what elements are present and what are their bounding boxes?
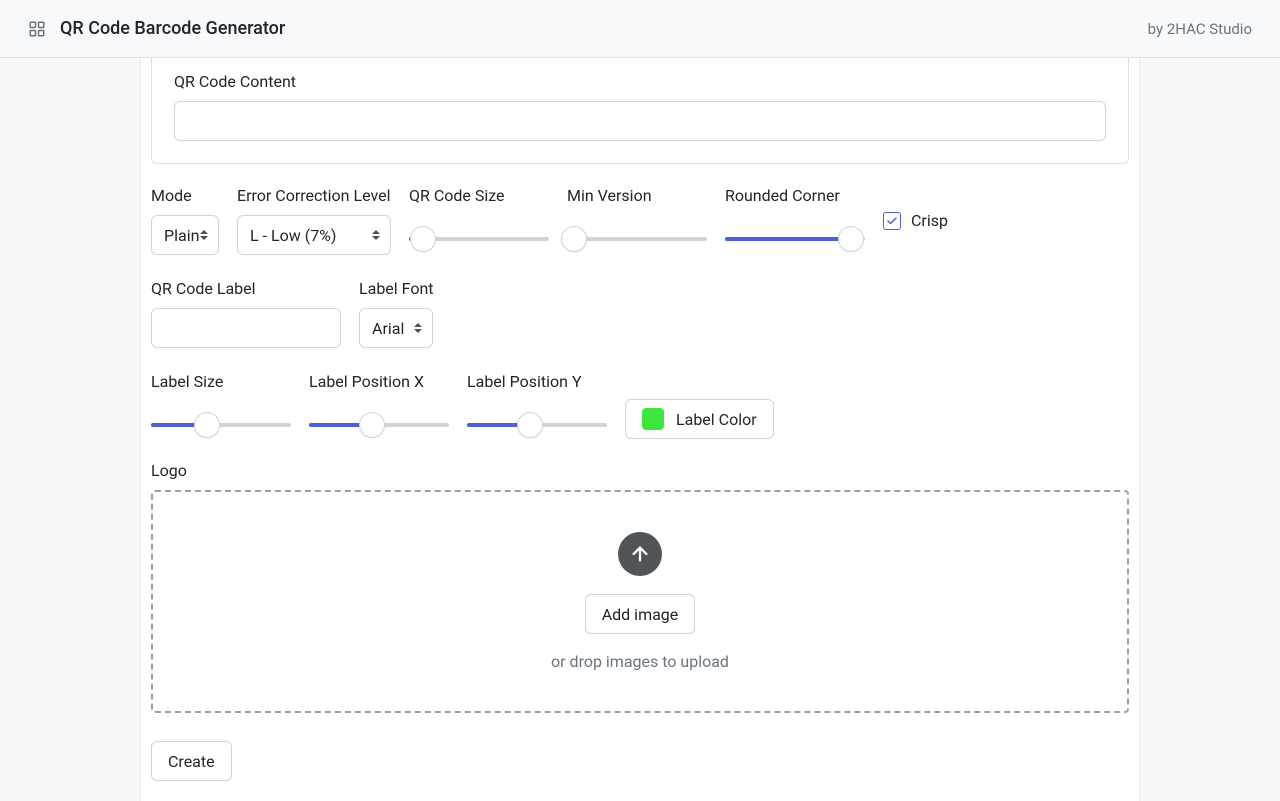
create-button-label: Create [168, 752, 215, 771]
rounded-corner-slider[interactable] [725, 225, 865, 253]
min-version-label: Min Version [567, 186, 707, 205]
crisp-checkbox[interactable] [883, 212, 901, 230]
crisp-label: Crisp [911, 211, 948, 230]
label-size-slider[interactable] [151, 411, 291, 439]
mode-label: Mode [151, 186, 219, 205]
label-font-field: Label Font Arial [359, 279, 434, 348]
select-caret-icon [370, 230, 382, 240]
ecl-label: Error Correction Level [237, 186, 391, 205]
add-image-button[interactable]: Add image [585, 594, 696, 634]
controls-row-1: Mode Plain Error Correction Level L - Lo… [151, 180, 1129, 273]
ecl-select[interactable]: L - Low (7%) [237, 215, 391, 255]
qr-size-slider[interactable] [409, 225, 549, 253]
label-size-field: Label Size [151, 372, 291, 439]
label-pos-y-label: Label Position Y [467, 372, 607, 391]
qr-content-input[interactable] [174, 101, 1106, 141]
label-pos-x-slider[interactable] [309, 411, 449, 439]
qr-content-card: QR Code Content [151, 58, 1129, 164]
qr-size-label: QR Code Size [409, 186, 549, 205]
qr-label-input[interactable] [151, 308, 341, 348]
label-font-value: Arial [372, 319, 404, 338]
label-font-select[interactable]: Arial [359, 308, 433, 348]
label-size-label: Label Size [151, 372, 291, 391]
mode-value: Plain [164, 226, 199, 245]
app-header: QR Code Barcode Generator by 2HAC Studio [0, 0, 1280, 58]
label-pos-y-field: Label Position Y [467, 372, 607, 439]
qr-size-field: QR Code Size [409, 186, 549, 255]
crisp-field: Crisp [883, 186, 948, 255]
color-swatch-icon [642, 408, 664, 430]
ecl-field: Error Correction Level L - Low (7%) [237, 186, 391, 255]
min-version-field: Min Version [567, 186, 707, 255]
logo-label: Logo [151, 461, 1129, 480]
upload-arrow-icon [618, 532, 662, 576]
drop-hint-text: or drop images to upload [551, 652, 729, 671]
label-color-text: Label Color [676, 410, 757, 429]
rounded-corner-field: Rounded Corner [725, 186, 865, 255]
create-button[interactable]: Create [151, 741, 232, 781]
controls-row-3: Label Size Label Position X Label Positi… [151, 366, 1129, 457]
mode-select[interactable]: Plain [151, 215, 219, 255]
app-grid-icon [28, 20, 46, 38]
header-left: QR Code Barcode Generator [28, 18, 285, 39]
label-pos-y-slider[interactable] [467, 411, 607, 439]
label-pos-x-field: Label Position X [309, 372, 449, 439]
controls-row-2: QR Code Label Label Font Arial [151, 273, 1129, 366]
label-color-field: Label Color [625, 372, 774, 439]
min-version-slider[interactable] [567, 225, 707, 253]
add-image-label: Add image [602, 605, 679, 624]
select-caret-icon [198, 230, 210, 240]
mode-field: Mode Plain [151, 186, 219, 255]
label-color-button[interactable]: Label Color [625, 399, 774, 439]
qr-label-label: QR Code Label [151, 279, 341, 298]
logo-dropzone[interactable]: Add image or drop images to upload [151, 490, 1129, 713]
qr-label-field: QR Code Label [151, 279, 341, 348]
app-byline: by 2HAC Studio [1148, 20, 1252, 38]
check-icon [886, 215, 898, 227]
label-font-label: Label Font [359, 279, 434, 298]
qr-content-label: QR Code Content [174, 72, 1106, 91]
select-caret-icon [412, 323, 424, 333]
ecl-value: L - Low (7%) [250, 226, 336, 245]
app-title: QR Code Barcode Generator [60, 18, 285, 39]
logo-section: Logo Add image or drop images to upload [151, 457, 1129, 727]
rounded-corner-label: Rounded Corner [725, 186, 865, 205]
label-pos-x-label: Label Position X [309, 372, 449, 391]
